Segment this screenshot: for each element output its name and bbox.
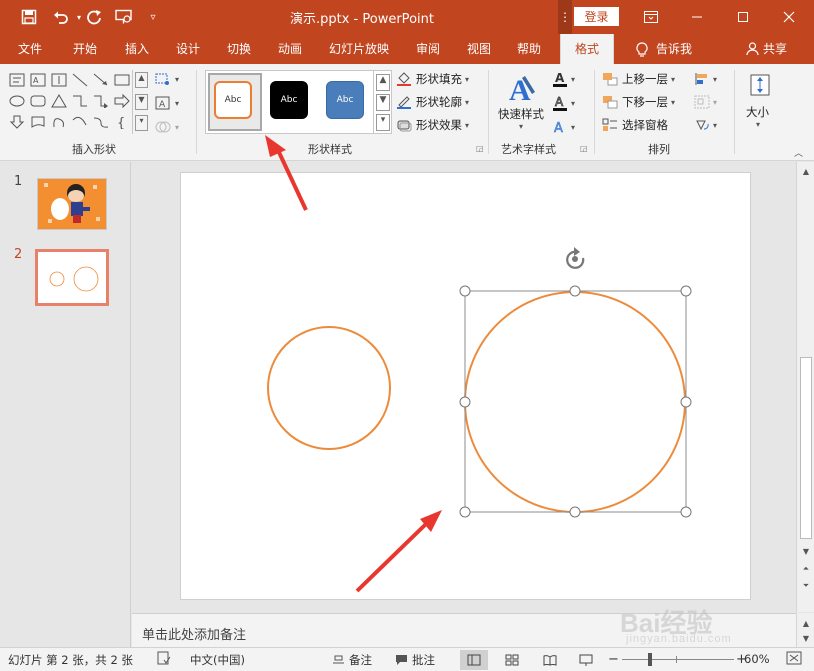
slideshow-view-button[interactable] — [572, 650, 600, 670]
status-bar: 幻灯片 第 2 张，共 2 张 中文(中国) 备注 批注 − + 60% — [0, 647, 814, 671]
powerpoint-window: ▾ ▿ 演示.pptx - PowerPoint ⋮ 登录 文件 开始 插入 设… — [0, 0, 814, 671]
notes-scroll-up-icon[interactable]: ▲ — [800, 617, 812, 629]
notes-scroll-down-icon[interactable]: ▼ — [800, 632, 812, 644]
reading-view-icon — [543, 655, 557, 666]
notes-placeholder: 单击此处添加备注 — [142, 628, 247, 643]
reading-view-button[interactable] — [536, 650, 564, 670]
notes-scrollbar[interactable]: ▲ ▼ — [796, 613, 814, 647]
notes-label: 备注 — [349, 653, 372, 667]
zoom-center-tick — [676, 656, 677, 663]
zoom-out-icon[interactable]: − — [608, 652, 619, 667]
previous-slide-icon[interactable]: ⏶ — [800, 563, 812, 575]
next-slide-icon[interactable]: ⏷ — [800, 580, 812, 592]
slide-info: 幻灯片 第 2 张，共 2 张 — [8, 653, 133, 667]
scroll-down-icon[interactable]: ▼ — [800, 545, 812, 557]
fit-to-window-icon[interactable] — [786, 651, 802, 665]
scroll-thumb[interactable] — [800, 357, 812, 539]
comments-toggle-button[interactable]: 批注 — [395, 652, 435, 668]
vertical-scrollbar[interactable]: ▲ ▼ ⏶ ⏷ — [796, 162, 814, 612]
normal-view-button[interactable] — [460, 650, 488, 670]
comment-icon — [395, 654, 408, 666]
zoom-level[interactable]: 60% — [744, 652, 770, 666]
slide-sorter-button[interactable] — [498, 650, 526, 670]
zoom-slider[interactable] — [622, 659, 734, 660]
zoom-slider-thumb[interactable] — [648, 653, 652, 666]
notes-icon — [332, 654, 345, 666]
arrow-up-head — [265, 135, 286, 157]
language-indicator[interactable]: 中文(中国) — [190, 652, 245, 668]
normal-view-icon — [467, 654, 481, 666]
annotation-arrows — [265, 135, 442, 593]
accessibility-check-icon[interactable] — [157, 651, 171, 665]
notes-toggle-button[interactable]: 备注 — [332, 652, 372, 668]
slideshow-icon — [579, 654, 593, 666]
scroll-up-icon[interactable]: ▲ — [800, 165, 812, 177]
slide-sorter-icon — [505, 654, 519, 666]
comments-label: 批注 — [412, 653, 435, 667]
notes-pane[interactable]: 单击此处添加备注 — [132, 613, 796, 647]
